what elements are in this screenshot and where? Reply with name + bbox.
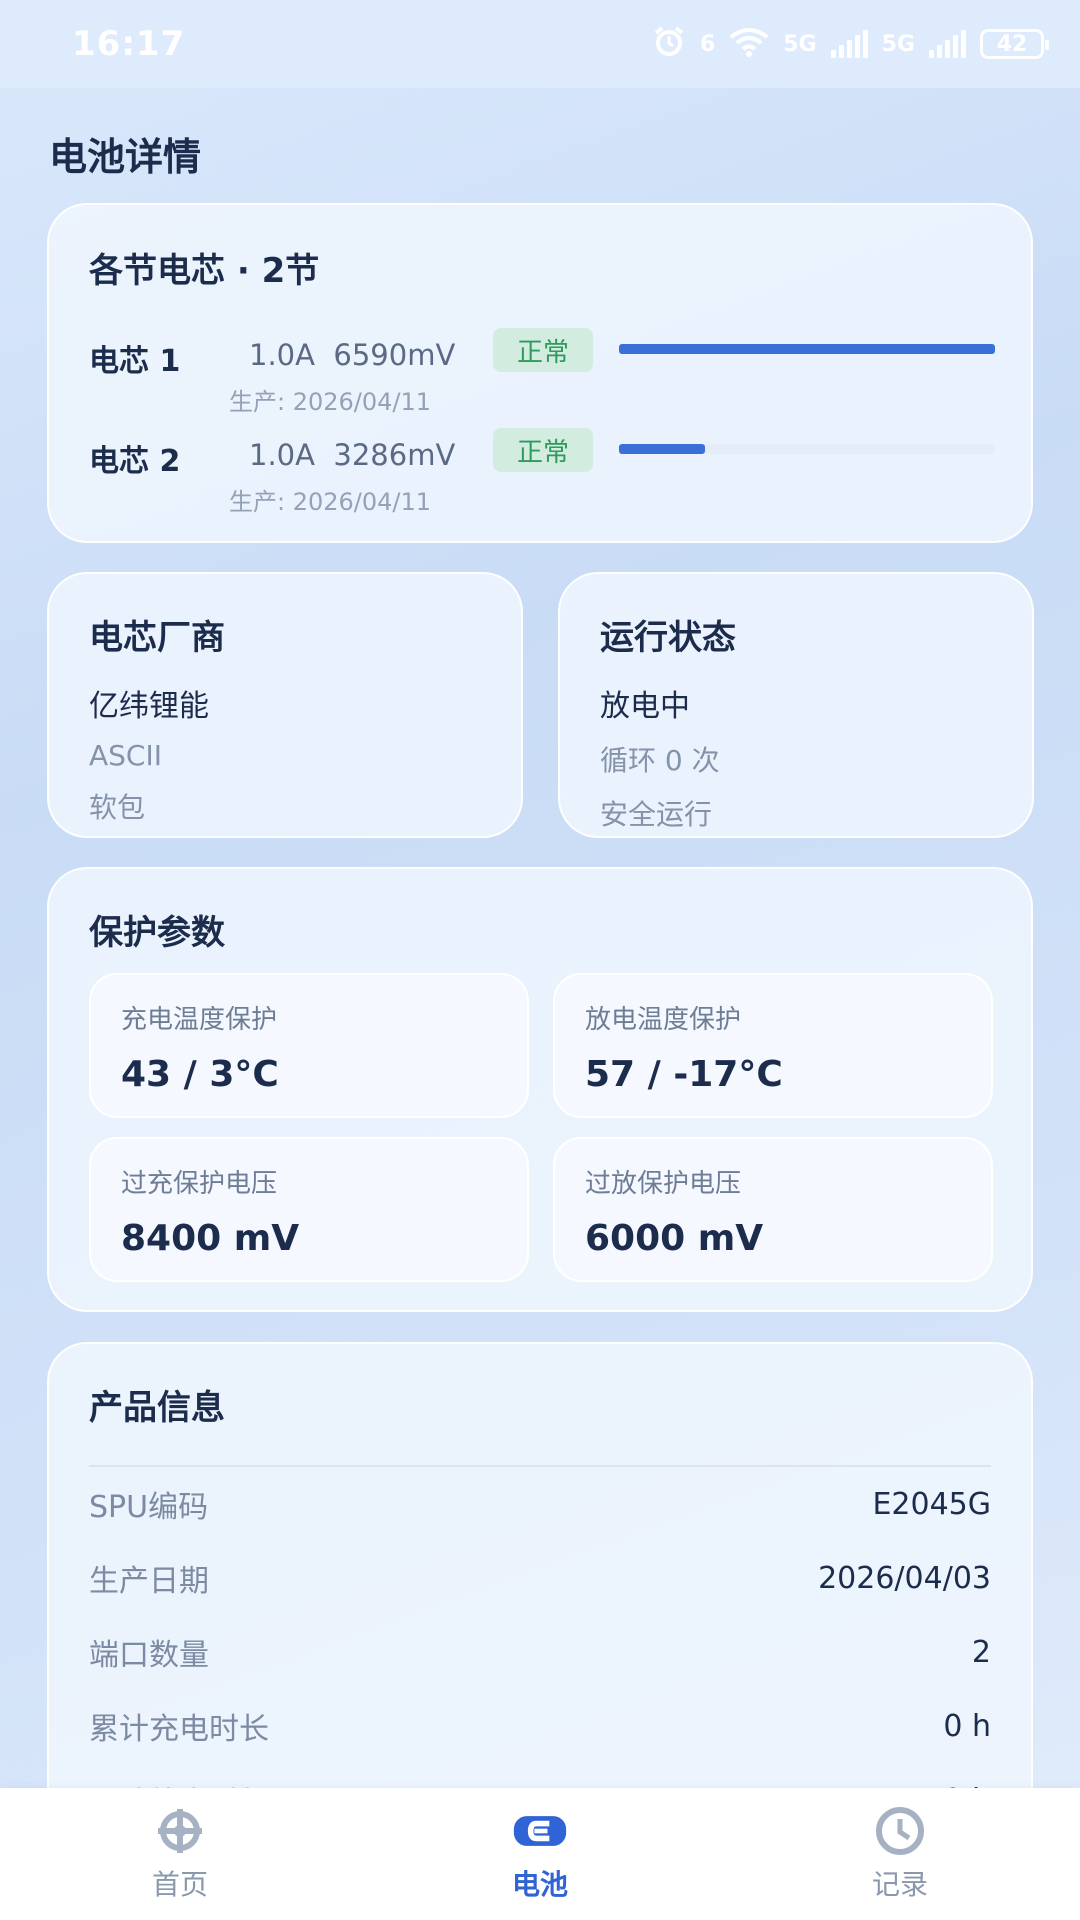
alarm-icon [652,25,686,63]
discharge-temp-protection: 放电温度保护 57 / -17°C [553,973,993,1118]
protection-card: 保护参数 充电温度保护 43 / 3°C 放电温度保护 57 / -17°C 过… [47,867,1033,1312]
protection-value: 6000 mV [585,1218,764,1259]
cell-metrics: 1.0A 6590mV [249,338,455,372]
run-state: 放电中 [600,689,690,724]
signal-icon-1 [830,30,868,58]
cell-row-1: 电芯 1 1.0A 6590mV 正常 生产: 2026/04/11 [89,328,995,428]
protection-grid: 充电温度保护 43 / 3°C 放电温度保护 57 / -17°C 过充保护电压… [89,973,993,1283]
product-label: 生产日期 [89,1564,209,1599]
battery-icon [512,1805,568,1857]
signal-icon-2 [929,30,966,58]
protection-label: 充电温度保护 [121,1005,278,1035]
nav-label: 电池 [511,1868,568,1901]
cell-production-date: 生产: 2026/04/11 [229,488,432,516]
cell-row-2: 电芯 2 1.0A 3286mV 正常 生产: 2026/04/11 [89,428,995,528]
product-title: 产品信息 [89,1388,225,1428]
vendor-code: ASCII [89,739,162,772]
product-value: 2026/04/03 [818,1560,991,1596]
cell-level-bar [619,444,995,454]
battery-status-icon: 42 [980,29,1049,59]
overdischarge-voltage-protection: 过放保护电压 6000 mV [553,1137,993,1282]
clock-icon [872,1805,928,1857]
cells-card: 各节电芯 · 2节 电芯 1 1.0A 6590mV 正常 生产: 2026/0… [47,203,1033,543]
cells-title: 各节电芯 · 2节 [89,251,320,291]
cell-current: 1.0A [249,338,315,372]
cell-name: 电芯 2 [89,444,181,479]
nav-label: 记录 [871,1868,928,1901]
cell-name: 电芯 1 [89,344,181,379]
run-status-title: 运行状态 [600,618,736,658]
cell-current: 1.0A [249,438,315,472]
product-value: 0 h [943,1708,991,1744]
vendor-name: 亿纬锂能 [89,689,209,724]
wifi-icon [729,27,769,61]
protection-value: 8400 mV [121,1218,300,1259]
cell-voltage: 6590mV [333,338,456,372]
product-label: SPU编码 [89,1490,209,1525]
protection-label: 过充保护电压 [121,1169,278,1199]
vendor-card: 电芯厂商 亿纬锂能 ASCII 软包 [47,572,523,838]
safety-status: 安全运行 [600,798,713,831]
product-value: 2 [971,1634,991,1670]
network-label-1: 5G [783,31,817,57]
cell-status-badge: 正常 [493,428,593,472]
nav-home[interactable]: 首页 [80,1805,280,1903]
protection-value: 57 / -17°C [585,1054,783,1095]
nav-battery[interactable]: 电池 [440,1805,640,1903]
product-row-charge-time: 累计充电时长 0 h [89,1689,991,1763]
nav-label: 首页 [151,1868,208,1901]
product-row-spu: SPU编码 E2045G [89,1467,991,1541]
cell-production-date: 生产: 2026/04/11 [229,388,432,416]
cell-metrics: 1.0A 3286mV [249,438,455,472]
product-label: 累计充电时长 [89,1712,269,1747]
battery-level: 42 [996,31,1028,57]
status-time: 16:17 [72,24,186,64]
product-value: E2045G [872,1486,991,1522]
product-label: 端口数量 [89,1638,209,1673]
wifi-badge: 6 [699,31,716,57]
run-status-card: 运行状态 放电中 循环 0 次 安全运行 [558,572,1034,838]
bottom-nav: 首页 电池 记录 [0,1788,1080,1920]
charge-temp-protection: 充电温度保护 43 / 3°C [89,973,529,1118]
home-icon [152,1805,208,1857]
network-label-2: 5G [881,31,915,57]
product-row-date: 生产日期 2026/04/03 [89,1541,991,1615]
nav-records[interactable]: 记录 [800,1805,1000,1903]
product-row-ports: 端口数量 2 [89,1615,991,1689]
cell-voltage: 3286mV [333,438,456,472]
overcharge-voltage-protection: 过充保护电压 8400 mV [89,1137,529,1282]
vendor-title: 电芯厂商 [89,618,225,658]
cell-level-fill [619,344,995,354]
vendor-type: 软包 [89,791,146,824]
cell-level-fill [619,444,706,454]
protection-label: 过放保护电压 [585,1169,742,1199]
cell-level-bar [619,344,995,354]
protection-value: 43 / 3°C [121,1054,279,1095]
status-bar: 16:17 6 5G 5G 42 [0,0,1080,88]
cell-status-badge: 正常 [493,328,593,372]
status-icons: 6 5G 5G 42 [652,25,1049,63]
cycle-count: 循环 0 次 [600,744,720,777]
protection-label: 放电温度保护 [585,1005,742,1035]
page-title: 电池详情 [49,135,202,179]
protection-title: 保护参数 [89,913,225,953]
